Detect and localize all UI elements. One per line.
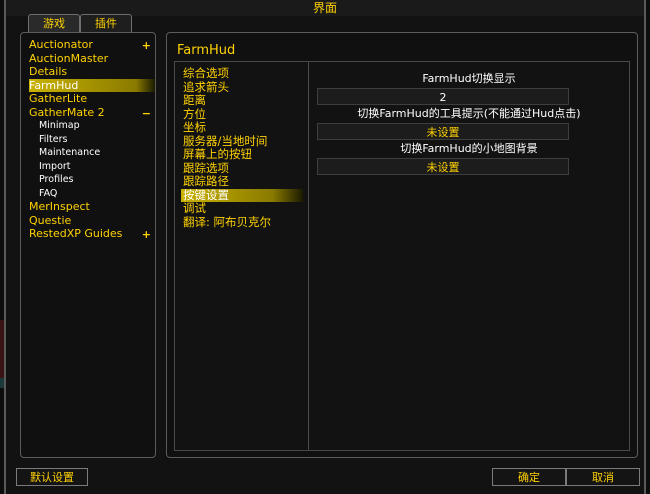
addon-label: RestedXP Guides bbox=[29, 227, 123, 240]
category-list: 综合选项 追求箭头 距离 方位 坐标 服务器/当地时间 屏幕上的按钮 跟踪选项 跟踪路径 按键设置… bbox=[181, 66, 303, 230]
addon-settings-panel: FarmHud 综合选项 追求箭头 距离 方位 坐标 服务器/当地时间 屏幕上的按钮 跟踪选项… bbox=[166, 32, 638, 458]
cancel-button[interactable]: 取消 bbox=[566, 468, 640, 486]
addon-list-panel: Auctionator + AuctionMaster Details FarmHud G… bbox=[20, 32, 156, 458]
addon-item[interactable]: Questie bbox=[29, 214, 155, 228]
addon-label: FAQ bbox=[39, 187, 58, 199]
addon-label: FarmHud bbox=[29, 78, 79, 92]
addon-item[interactable]: GatherLite bbox=[29, 92, 155, 106]
addon-subitem[interactable]: Import bbox=[29, 160, 155, 174]
addon-label: Profiles bbox=[39, 174, 74, 185]
category-item[interactable]: 方位 bbox=[181, 107, 303, 122]
keybind-button[interactable]: 未设置 bbox=[317, 123, 569, 140]
category-item[interactable]: 服务器/当地时间 bbox=[181, 134, 303, 149]
addon-subitem[interactable]: Filters bbox=[29, 133, 155, 147]
addon-label: Import bbox=[39, 160, 71, 172]
addon-label: Auctionator bbox=[29, 38, 93, 51]
tab-game[interactable]: 游戏 bbox=[28, 14, 80, 32]
category-item[interactable]: 调试 bbox=[181, 201, 303, 216]
keybind-label: 切换FarmHud的工具提示(不能通过Hud点击) bbox=[357, 107, 581, 120]
addon-subitem[interactable]: Profiles bbox=[29, 173, 155, 187]
addon-label: Minimap bbox=[39, 120, 80, 131]
category-item[interactable]: 距离 bbox=[181, 93, 303, 108]
keybind-options: FarmHud切换显示 2 切换FarmHud的工具提示(不能通过Hud点击) 未设置… bbox=[315, 62, 623, 175]
addon-label: AuctionMaster bbox=[29, 51, 109, 65]
addon-item[interactable]: GatherMate 2 − bbox=[29, 106, 155, 120]
addon-label: Questie bbox=[29, 213, 72, 227]
panel-title: FarmHud bbox=[177, 43, 236, 58]
category-item[interactable]: 按键设置 bbox=[181, 188, 303, 202]
category-item[interactable]: 屏幕上的按钮 bbox=[181, 147, 303, 162]
tab-addons[interactable]: 插件 bbox=[80, 14, 132, 32]
addon-item[interactable]: Auctionator + bbox=[29, 38, 155, 52]
addon-label: Filters bbox=[39, 133, 68, 145]
settings-frame: 综合选项 追求箭头 距离 方位 坐标 服务器/当地时间 屏幕上的按钮 跟踪选项 跟踪路径 按键设置… bbox=[174, 61, 630, 451]
addon-item[interactable]: FarmHud bbox=[29, 78, 155, 92]
addon-list: Auctionator + AuctionMaster Details FarmHud G… bbox=[29, 38, 155, 241]
category-item[interactable]: 追求箭头 bbox=[181, 80, 303, 95]
okay-button[interactable]: 确定 bbox=[492, 468, 566, 486]
category-item[interactable]: 跟踪选项 bbox=[181, 161, 303, 176]
addon-label: Details bbox=[29, 65, 68, 78]
addon-item[interactable]: AuctionMaster bbox=[29, 52, 155, 66]
keybind-label: 切换FarmHud的小地图背景 bbox=[400, 142, 538, 155]
keybind-label: FarmHud切换显示 bbox=[422, 72, 516, 85]
addon-item[interactable]: MerInspect bbox=[29, 200, 155, 214]
addon-subitem[interactable]: FAQ bbox=[29, 187, 155, 201]
defaults-button[interactable]: 默认设置 bbox=[16, 468, 88, 486]
category-item[interactable]: 综合选项 bbox=[181, 66, 303, 81]
category-item[interactable]: 跟踪路径 bbox=[181, 174, 303, 189]
interface-options-window: 界面 游戏 插件 Auctionator + AuctionMaster Detail… bbox=[4, 0, 646, 494]
addon-subitem[interactable]: Minimap bbox=[29, 119, 155, 133]
addon-label: Maintenance bbox=[39, 147, 101, 158]
keybind-button[interactable]: 未设置 bbox=[317, 158, 569, 175]
category-item[interactable]: 翻译: 阿布贝克尔 bbox=[181, 215, 303, 230]
addon-item[interactable]: Details bbox=[29, 65, 155, 79]
collapse-icon[interactable]: − bbox=[142, 107, 151, 121]
addon-label: MerInspect bbox=[29, 200, 90, 213]
category-item[interactable]: 坐标 bbox=[181, 120, 303, 135]
expand-icon[interactable]: + bbox=[142, 39, 151, 53]
addon-label: GatherLite bbox=[29, 92, 88, 105]
addon-item[interactable]: RestedXP Guides + bbox=[29, 227, 155, 241]
keybind-button[interactable]: 2 bbox=[317, 88, 569, 105]
addon-subitem[interactable]: Maintenance bbox=[29, 146, 155, 160]
divider bbox=[308, 62, 309, 450]
expand-icon[interactable]: + bbox=[142, 228, 151, 242]
addon-label: GatherMate 2 bbox=[29, 105, 105, 119]
